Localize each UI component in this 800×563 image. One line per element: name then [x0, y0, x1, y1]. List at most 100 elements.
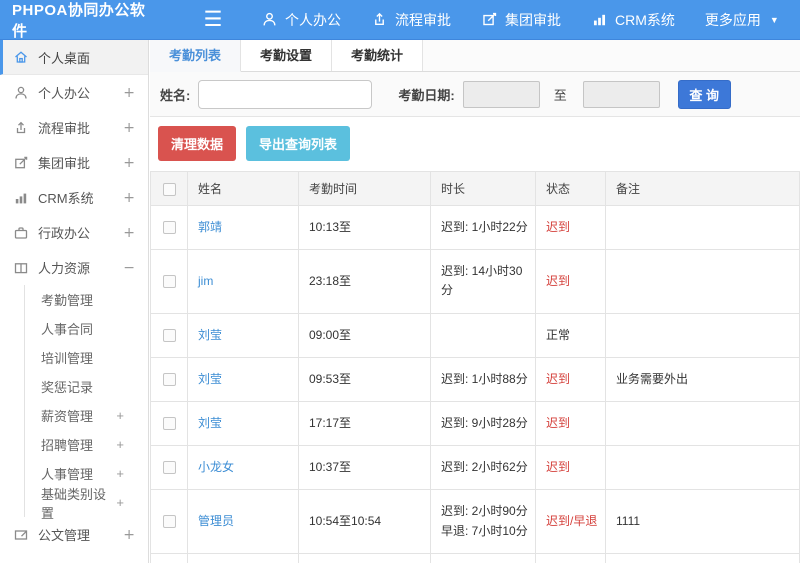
table-row: 刘莹 17:17至 迟到: 9小时28分 迟到 [150, 400, 800, 447]
date-to-label: 至 [553, 87, 567, 103]
submenu-item-reward-punishment[interactable]: 奖惩记录 [25, 372, 148, 401]
tab-attendance-list[interactable]: 考勤列表 [150, 40, 242, 72]
submenu-item-salary-mgmt[interactable]: 薪资管理 + [25, 401, 148, 430]
expand-toggle[interactable]: + [123, 527, 135, 543]
attendance-time: 10:37至 [298, 445, 431, 491]
sidebar-item-label: 行政办公 [38, 226, 91, 241]
clean-data-button[interactable]: 清理数据 [158, 126, 237, 161]
submenu-item-hr-contract[interactable]: 人事合同 [25, 314, 148, 343]
attendance-time: 09:53至 [298, 356, 431, 402]
submenu-item-base-category-settings[interactable]: 基础类别设置 + [25, 487, 148, 521]
table-header-row: 姓名 考勤时间 时长 状态 备注 [150, 171, 800, 206]
person-icon [261, 11, 278, 28]
expand-toggle[interactable]: + [123, 85, 135, 101]
expand-toggle[interactable]: + [123, 190, 135, 206]
duration-cell: 迟到: 2小时90分 早退: 7小时10分 [430, 489, 536, 554]
export-list-button[interactable]: 导出查询列表 [246, 126, 351, 161]
action-toolbar: 清理数据 导出查询列表 [150, 117, 800, 171]
note-cell [605, 312, 800, 358]
attendance-time: 17:17至 [298, 400, 431, 447]
duration-cell: 迟到: 14小时30分 [430, 249, 536, 314]
briefcase-icon [13, 225, 29, 241]
search-button[interactable]: 查 询 [677, 79, 731, 109]
sidebar-item-crm-system[interactable]: CRM系统 + [0, 180, 148, 215]
employee-name-link[interactable]: jim [198, 274, 213, 288]
note-cell [605, 204, 800, 251]
row-checkbox[interactable] [162, 373, 176, 387]
expand-toggle[interactable]: + [116, 408, 124, 423]
attendance-time: 10:54至10:54 [298, 489, 431, 554]
nav-more-apps[interactable]: 更多应用 ▼ [690, 0, 794, 40]
tab-attendance-settings[interactable]: 考勤设置 [241, 40, 333, 71]
sidebar-item-vehicle-mgmt[interactable]: 用车管理 + [0, 552, 148, 563]
submenu-item-training-mgmt[interactable]: 培训管理 [25, 343, 148, 372]
select-all-checkbox[interactable] [162, 182, 176, 196]
col-header-time: 考勤时间 [298, 171, 431, 206]
row-checkbox[interactable] [162, 275, 176, 289]
sidebar-item-label: 人力资源 [38, 261, 91, 276]
table-row: 郭靖 10:13至 迟到: 1小时22分 迟到 [150, 204, 800, 251]
sidebar-item-human-resources[interactable]: 人力资源 − [0, 250, 148, 285]
document-icon [13, 527, 29, 543]
nav-group-approval[interactable]: 集团审批 [466, 0, 576, 40]
table-row: 王壹辉 08:56至 迟到: 56分 迟到 [150, 552, 800, 563]
expand-toggle[interactable]: + [116, 437, 124, 452]
employee-name-link[interactable]: 郭靖 [198, 220, 222, 234]
sidebar-item-admin-office[interactable]: 行政办公 + [0, 215, 148, 250]
nav-label: 集团审批 [505, 11, 561, 28]
attendance-table: 姓名 考勤时间 时长 状态 备注 郭靖 10:13至 迟到: 1小时22分 迟到… [150, 171, 800, 563]
note-cell [605, 400, 800, 447]
row-checkbox[interactable] [162, 221, 176, 235]
hamburger-menu-icon[interactable]: ☰ [198, 0, 228, 40]
hr-submenu: 考勤管理 人事合同 培训管理 奖惩记录 薪资管理 + 招聘管理 + 人事管理 +… [24, 285, 148, 521]
submenu-item-label: 薪资管理 [41, 409, 94, 424]
row-checkbox[interactable] [162, 515, 176, 529]
tab-attendance-stats[interactable]: 考勤统计 [332, 40, 424, 71]
nav-personal-office[interactable]: 个人办公 [246, 0, 356, 40]
book-icon [13, 260, 29, 276]
employee-name-link[interactable]: 刘莹 [198, 416, 222, 430]
employee-name-link[interactable]: 管理员 [198, 514, 234, 528]
note-cell [605, 445, 800, 491]
sidebar-item-workflow-approval[interactable]: 流程审批 + [0, 110, 148, 145]
submenu-item-label: 招聘管理 [41, 438, 94, 453]
collapse-toggle[interactable]: − [123, 260, 135, 276]
row-checkbox[interactable] [162, 461, 176, 475]
status-badge: 迟到 [546, 273, 571, 288]
sidebar-item-label: 个人桌面 [38, 50, 91, 66]
employee-name-link[interactable]: 刘莹 [198, 328, 222, 342]
submenu-item-attendance-mgmt[interactable]: 考勤管理 [25, 285, 148, 314]
duration-cell [430, 312, 536, 358]
submenu-item-recruit-mgmt[interactable]: 招聘管理 + [25, 430, 148, 459]
note-cell [605, 552, 800, 563]
app-logo: PHPOA协同办公软件 [12, 1, 146, 40]
nav-workflow-approval[interactable]: 流程审批 [356, 0, 466, 40]
name-filter-label: 姓名: [160, 87, 191, 103]
expand-toggle[interactable]: + [116, 466, 124, 481]
row-checkbox[interactable] [162, 417, 176, 431]
expand-toggle[interactable]: + [123, 120, 135, 136]
expand-toggle[interactable]: + [123, 155, 135, 171]
date-to-input[interactable] [582, 80, 660, 108]
duration-cell: 迟到: 56分 [430, 552, 536, 563]
sidebar-item-label: 公文管理 [38, 528, 91, 543]
employee-name-link[interactable]: 小龙女 [198, 460, 234, 474]
expand-toggle[interactable]: + [123, 225, 135, 241]
tab-bar: 考勤列表 考勤设置 考勤统计 [150, 40, 800, 72]
nav-crm-system[interactable]: CRM系统 [576, 0, 690, 40]
employee-name-link[interactable]: 刘莹 [198, 372, 222, 386]
sidebar-item-document-mgmt[interactable]: 公文管理 + [0, 517, 148, 552]
row-checkbox[interactable] [162, 328, 176, 342]
submenu-item-label: 人事管理 [41, 467, 94, 482]
sidebar-item-personal-office[interactable]: 个人办公 + [0, 75, 148, 110]
note-cell [605, 249, 800, 314]
expand-toggle[interactable]: + [116, 495, 124, 510]
sidebar-item-label: 个人办公 [38, 86, 91, 101]
sidebar-item-group-approval[interactable]: 集团审批 + [0, 145, 148, 180]
name-filter-input[interactable] [198, 79, 373, 109]
date-from-input[interactable] [462, 80, 540, 108]
status-badge: 迟到/早退 [546, 513, 598, 528]
status-badge: 迟到 [546, 460, 571, 475]
table-row: 管理员 10:54至10:54 迟到: 2小时90分 早退: 7小时10分 迟到/… [150, 489, 800, 554]
sidebar-item-personal-desktop[interactable]: 个人桌面 [0, 40, 148, 75]
